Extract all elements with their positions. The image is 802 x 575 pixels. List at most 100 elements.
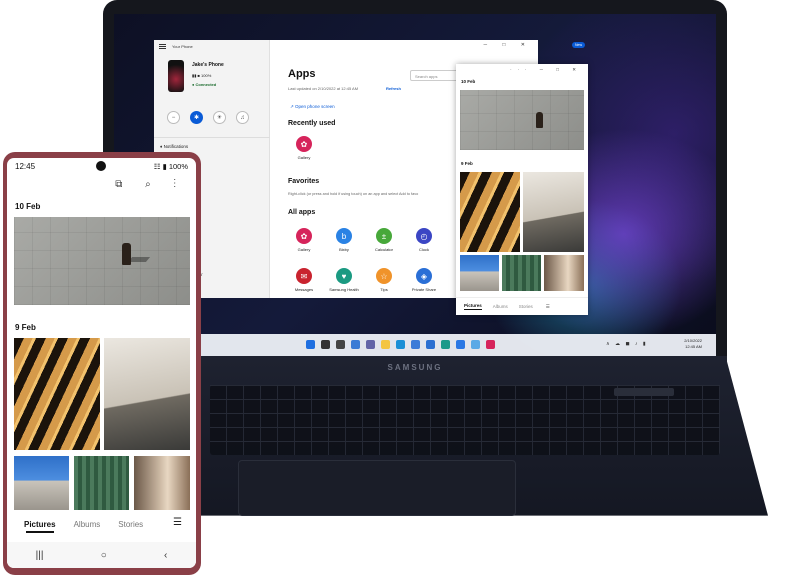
recently-used-heading: Recently used: [288, 120, 336, 127]
app-tile[interactable]: ◈ Private Share: [405, 268, 443, 292]
app-icon: ☆: [376, 268, 392, 284]
gallery-date-header: 9 Feb: [461, 161, 473, 166]
app-icon: ✉: [296, 268, 312, 284]
app-icon: b: [336, 228, 352, 244]
taskbar-search-icon[interactable]: [321, 340, 330, 349]
app-icon: ◴: [416, 228, 432, 244]
sidebar-divider: [154, 137, 270, 138]
taskbar-widgets-icon[interactable]: [351, 340, 360, 349]
taskbar-app-blue-icon[interactable]: [456, 340, 465, 349]
app-label: Calculator: [374, 247, 393, 252]
taskbar-phone-link-icon[interactable]: [426, 340, 435, 349]
app-icon: ✿: [296, 228, 312, 244]
samsung-logo: SAMSUNG: [387, 363, 443, 372]
open-phone-screen-label: Open phone screen: [295, 104, 335, 109]
bell-icon: ♦: [160, 144, 163, 149]
phone-gallery-photo[interactable]: [104, 338, 190, 450]
phone-link-titlebar[interactable]: Your Phone: [154, 40, 269, 52]
tab-albums[interactable]: Albums: [493, 304, 508, 309]
app-tile[interactable]: ✿ Gallery: [285, 228, 323, 252]
taskbar-gallery-icon[interactable]: [486, 340, 495, 349]
phone-gallery-photo[interactable]: [74, 456, 129, 510]
app-tile[interactable]: b Bixby: [325, 228, 363, 252]
taskbar-app-teal-icon[interactable]: [441, 340, 450, 349]
app-label: Bixby: [339, 247, 349, 252]
laptop-vent: [614, 388, 674, 396]
phone-gallery-photo[interactable]: [14, 338, 100, 450]
taskbar-clock[interactable]: 2/10/2022 12:45 AM: [684, 338, 702, 350]
phone-tab-stories[interactable]: Stories: [118, 520, 143, 529]
phone-battery-status: ▮▮ ■ 100%: [192, 73, 212, 78]
open-phone-screen-link[interactable]: ↗ Open phone screen: [290, 104, 335, 110]
gallery-photo[interactable]: [502, 255, 541, 291]
volume-button[interactable]: ☀: [213, 111, 226, 124]
gallery-photo[interactable]: [523, 172, 584, 252]
bluetooth-icon: ✱: [193, 115, 200, 121]
phone-tab-pictures[interactable]: Pictures: [24, 520, 56, 533]
music-note-icon: ♫: [240, 114, 245, 121]
tab-pictures[interactable]: Pictures: [464, 303, 482, 310]
photo-subject: [536, 112, 543, 128]
hamburger-menu-icon[interactable]: [159, 43, 166, 49]
app-tile[interactable]: ♥ Samsung Health: [325, 268, 363, 292]
recents-icon[interactable]: |||: [36, 550, 44, 561]
phone-gallery-photo[interactable]: [14, 456, 69, 510]
back-icon[interactable]: ‹: [164, 550, 167, 561]
favorites-heading: Favorites: [288, 178, 320, 185]
page-title: Apps: [288, 68, 316, 80]
new-badge[interactable]: New: [572, 42, 586, 48]
gallery-photo[interactable]: [460, 90, 584, 150]
gallery-photo[interactable]: [460, 255, 499, 291]
system-tray-icons[interactable]: ∧ ☁ ◼ ♪ ▮: [606, 341, 648, 347]
notifications-nav-item[interactable]: ♦ Notifications: [160, 144, 188, 149]
tab-stories[interactable]: Stories: [519, 304, 533, 309]
last-updated-text: Last updated on 2/10/2022 at 12:45 AM: [288, 86, 359, 91]
connection-status: ● Connected: [192, 82, 217, 87]
window-title: Your Phone: [172, 43, 193, 49]
app-label: Messages: [294, 287, 314, 292]
menu-icon[interactable]: ☰: [546, 304, 550, 310]
app-tile[interactable]: ± Calculator: [365, 228, 403, 252]
phone-gallery-tabs: Pictures Albums Stories: [7, 513, 196, 535]
app-tile[interactable]: ◴ Clock: [405, 228, 443, 252]
taskbar-file-explorer-icon[interactable]: [381, 340, 390, 349]
laptop-touchpad[interactable]: [238, 460, 516, 516]
phone-menu-icon[interactable]: ☰: [173, 517, 182, 528]
taskbar-chat-icon[interactable]: [366, 340, 375, 349]
phone-tab-albums[interactable]: Albums: [74, 520, 101, 529]
gallery-window-controls[interactable]: ··· ─ □ ✕: [510, 67, 582, 73]
music-button[interactable]: ♫: [236, 111, 249, 124]
app-icon: ◈: [416, 268, 432, 284]
taskbar-edge-icon[interactable]: [396, 340, 405, 349]
gallery-photo[interactable]: [544, 255, 584, 291]
phone-gallery-photo[interactable]: [14, 217, 190, 305]
gallery-app-icon: ✿: [296, 136, 312, 152]
gallery-top-actions[interactable]: ⧉ ⌕ ⋮: [115, 179, 186, 190]
phone-date-header: 10 Feb: [15, 202, 41, 211]
android-nav-bar: ||| ○ ‹: [7, 542, 196, 568]
app-label: Gallery: [297, 155, 311, 160]
taskbar-store-icon[interactable]: [411, 340, 420, 349]
phone-status-time: 12:45: [15, 162, 36, 171]
window-controls[interactable]: ─ □ ✕: [483, 42, 532, 48]
home-icon[interactable]: ○: [101, 550, 107, 561]
refresh-link[interactable]: Refresh: [386, 86, 401, 91]
all-apps-heading: All apps: [288, 209, 316, 216]
taskbar-time: 12:45 AM: [685, 344, 702, 349]
taskbar-task-view-icon[interactable]: [336, 340, 345, 349]
app-tile[interactable]: ✉ Messages: [285, 268, 323, 292]
favorites-description: Right-click (or press and hold if using …: [288, 192, 419, 196]
taskbar-app-lightblue-icon[interactable]: [471, 340, 480, 349]
phone-gallery-photo[interactable]: [134, 456, 190, 510]
phone-thumbnail: [168, 60, 184, 92]
app-tile[interactable]: ☆ Tips: [365, 268, 403, 292]
bluetooth-button[interactable]: ✱: [190, 111, 203, 124]
recent-app-gallery[interactable]: ✿ Gallery: [285, 136, 323, 160]
gallery-photo[interactable]: [460, 172, 520, 252]
gallery-app-window[interactable]: ··· ─ □ ✕ 10 Feb 9 Feb Pictures Albums S…: [456, 64, 588, 315]
taskbar-start-icon[interactable]: [306, 340, 315, 349]
app-label: Private Share: [411, 287, 437, 292]
do-not-disturb-button[interactable]: −: [167, 111, 180, 124]
notifications-label: Notifications: [163, 144, 189, 149]
photo-shadow: [127, 257, 151, 262]
